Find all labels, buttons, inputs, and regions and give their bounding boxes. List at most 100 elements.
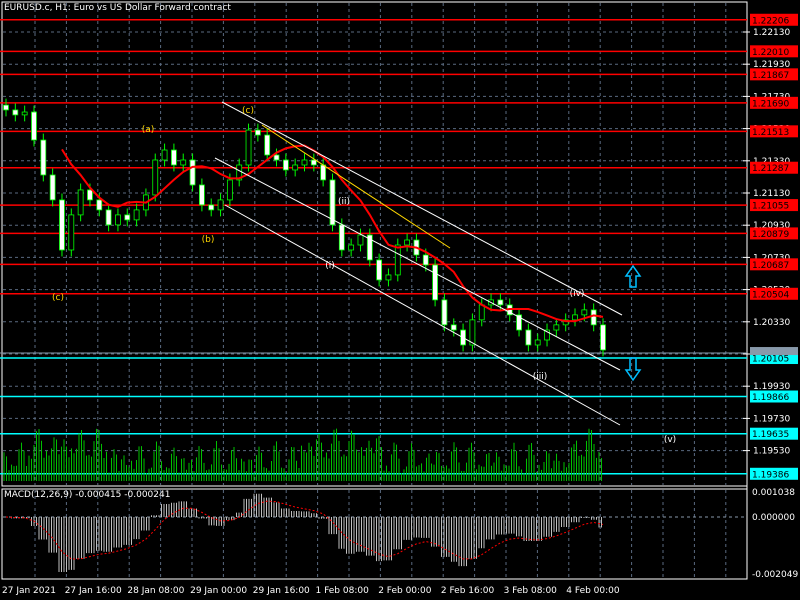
candle-body xyxy=(208,204,215,211)
candle-body xyxy=(404,239,411,246)
candle-body xyxy=(49,174,56,201)
candle-body xyxy=(581,309,588,316)
candle-body xyxy=(572,314,578,321)
candle-body xyxy=(77,189,84,216)
candle-body xyxy=(59,199,65,251)
candle-body xyxy=(534,339,541,346)
macd-scale-label: 0.001038 xyxy=(752,488,795,498)
macd-signal-line xyxy=(5,500,604,560)
candle-body xyxy=(282,159,289,171)
candle-body xyxy=(105,209,112,226)
wave-label: (a) xyxy=(142,125,155,135)
wave-label: (iv) xyxy=(570,289,585,299)
candle-body xyxy=(469,319,476,346)
candle-body xyxy=(292,164,299,171)
wave-label: (iii) xyxy=(533,372,548,382)
current-price-bg xyxy=(750,347,798,356)
time-axis-label: 4 Feb 00:00 xyxy=(566,586,620,596)
candle-body xyxy=(357,234,364,246)
time-axis-label: 2 Feb 00:00 xyxy=(378,586,432,596)
candle-body xyxy=(600,324,606,351)
support_levels-label: 1.19866 xyxy=(752,393,789,403)
time-axis-label: 3 Feb 08:00 xyxy=(504,586,558,596)
resistance_levels-label: 1.22010 xyxy=(752,48,789,58)
candle-body xyxy=(40,139,47,176)
chart-title: EURUSD.c, H1: Euro vs US Dollar Forward … xyxy=(4,3,231,13)
candle-body xyxy=(422,254,429,266)
candle-body xyxy=(96,199,103,211)
up-arrow-icon xyxy=(624,264,642,288)
resistance_levels-label: 1.21287 xyxy=(752,164,789,174)
resistance_levels-label: 1.20504 xyxy=(752,290,789,300)
candle-body xyxy=(124,214,131,221)
candle-body xyxy=(264,134,271,156)
candle-body xyxy=(376,259,383,281)
candle-body xyxy=(553,324,560,331)
candle-body xyxy=(161,149,168,161)
channel-upper-line xyxy=(221,101,623,316)
resistance_levels-label: 1.22206 xyxy=(752,16,789,26)
candle-body xyxy=(441,299,448,326)
price-tick-label: 1.22130 xyxy=(753,28,790,38)
support_levels-label: 1.19635 xyxy=(752,430,789,440)
down-arrow-icon xyxy=(624,357,642,382)
candle-body xyxy=(87,189,93,201)
candle-body xyxy=(348,244,355,251)
candle-body xyxy=(338,224,345,251)
price-tick-label: 1.19530 xyxy=(753,447,790,457)
candle-body xyxy=(152,159,159,196)
price-tick-label: 1.19730 xyxy=(753,414,790,424)
time-axis-label: 28 Jan 08:00 xyxy=(127,586,184,596)
candle-body xyxy=(590,309,597,326)
resistance_levels-label: 1.21867 xyxy=(752,71,789,81)
wave-label: (b) xyxy=(202,235,215,245)
time-axis-label: 29 Jan 00:00 xyxy=(190,586,247,596)
wave-label: (i) xyxy=(325,261,335,271)
macd-scale-label: 0.000000 xyxy=(752,513,795,523)
resistance_levels-label: 1.21513 xyxy=(752,128,789,138)
channel-lower-line xyxy=(224,204,621,426)
candle-body xyxy=(21,111,28,116)
candle-body xyxy=(12,109,19,116)
support_levels-label: 1.19386 xyxy=(752,470,789,480)
candle-body xyxy=(3,104,9,111)
macd-title: MACD(12,26,9) -0.000415 -0.000241 xyxy=(4,490,171,500)
price-tick-label: 1.21130 xyxy=(753,189,790,199)
trend-line xyxy=(261,124,451,249)
candle-body xyxy=(226,179,233,201)
resistance_levels-label: 1.20687 xyxy=(752,261,789,271)
price-chart[interactable]: 1.221301.219301.217301.215301.213301.211… xyxy=(0,0,800,600)
candle-body xyxy=(245,129,252,166)
time-axis-label: 29 Jan 16:00 xyxy=(253,586,310,596)
candle-body xyxy=(198,184,205,206)
candle-body xyxy=(115,214,121,226)
wave-label: (c) xyxy=(242,106,254,116)
candle-body xyxy=(432,264,438,301)
wave-label: (v) xyxy=(664,435,676,445)
candle-body xyxy=(497,299,504,306)
candle-body xyxy=(394,244,401,276)
macd-scale-label: -0.002049 xyxy=(752,570,798,580)
time-axis-label: 27 Jan 2021 xyxy=(2,586,56,596)
resistance_levels-label: 1.21055 xyxy=(752,202,789,212)
time-axis-label: 2 Feb 16:00 xyxy=(441,586,495,596)
time-axis-label: 1 Feb 08:00 xyxy=(316,586,370,596)
support_levels-label: 1.20105 xyxy=(752,355,789,365)
candle-body xyxy=(133,209,140,221)
candle-body xyxy=(273,154,280,161)
candle-body xyxy=(180,159,187,166)
price-tick-label: 1.20330 xyxy=(753,318,790,328)
candle-body xyxy=(525,329,532,346)
time-axis-label: 27 Jan 16:00 xyxy=(65,586,122,596)
candle-body xyxy=(217,199,224,211)
candle-body xyxy=(385,274,392,281)
candle-body xyxy=(31,111,37,141)
candle-body xyxy=(320,164,327,181)
candle-body xyxy=(171,149,177,166)
candle-body xyxy=(301,159,308,166)
wave-label: (ii) xyxy=(338,197,350,207)
candle-body xyxy=(310,159,317,166)
wave-label: (c) xyxy=(52,293,64,303)
resistance_levels-label: 1.21690 xyxy=(752,99,789,109)
candle-body xyxy=(478,304,485,321)
